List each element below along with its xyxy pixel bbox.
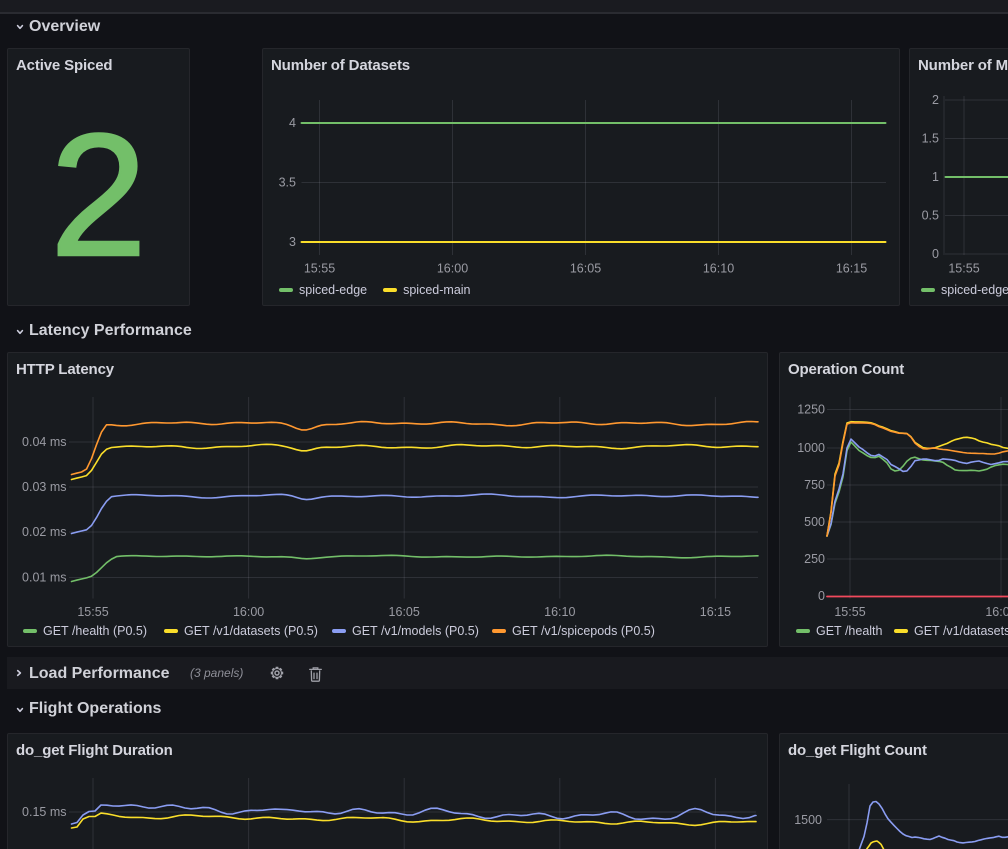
svg-text:16:10: 16:10 — [703, 262, 734, 276]
svg-text:15:55: 15:55 — [304, 262, 335, 276]
svg-text:15:55: 15:55 — [948, 262, 979, 276]
svg-text:16:05: 16:05 — [570, 262, 601, 276]
svg-text:250: 250 — [804, 552, 825, 566]
svg-text:4: 4 — [289, 116, 296, 130]
svg-text:16:00: 16:00 — [437, 262, 468, 276]
svg-text:0.04 ms: 0.04 ms — [22, 435, 66, 449]
svg-text:0.15 ms: 0.15 ms — [22, 805, 66, 819]
svg-text:16:15: 16:15 — [700, 605, 731, 619]
svg-text:1: 1 — [932, 170, 939, 184]
svg-text:0.01 ms: 0.01 ms — [22, 571, 66, 585]
svg-text:0: 0 — [932, 247, 939, 261]
svg-text:1500: 1500 — [794, 813, 822, 827]
svg-text:1000: 1000 — [797, 441, 825, 455]
svg-text:16:15: 16:15 — [836, 262, 867, 276]
svg-text:2: 2 — [932, 93, 939, 107]
svg-text:750: 750 — [804, 478, 825, 492]
svg-text:1.5: 1.5 — [922, 132, 939, 146]
svg-text:15:55: 15:55 — [834, 605, 865, 619]
svg-text:0.03 ms: 0.03 ms — [22, 480, 66, 494]
svg-text:500: 500 — [804, 515, 825, 529]
svg-text:0.5: 0.5 — [922, 209, 939, 223]
svg-text:15:55: 15:55 — [77, 605, 108, 619]
svg-text:16:05: 16:05 — [389, 605, 420, 619]
svg-text:16:10: 16:10 — [544, 605, 575, 619]
svg-text:0: 0 — [818, 589, 825, 603]
svg-text:16:00: 16:00 — [985, 605, 1008, 619]
svg-text:3: 3 — [289, 235, 296, 249]
svg-text:1250: 1250 — [797, 403, 825, 417]
svg-text:3.5: 3.5 — [279, 176, 296, 190]
svg-text:0.02 ms: 0.02 ms — [22, 525, 66, 539]
svg-text:16:00: 16:00 — [233, 605, 264, 619]
